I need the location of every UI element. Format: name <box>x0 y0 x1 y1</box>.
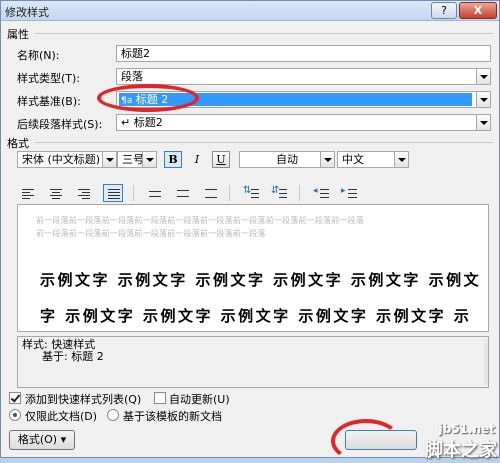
new-documents-template-radio[interactable] <box>107 409 119 421</box>
auto-update-checkbox[interactable] <box>154 392 166 404</box>
italic-button[interactable]: I <box>188 151 206 168</box>
new-documents-template-label: 基于该模板的新文档 <box>123 410 222 423</box>
format-divider <box>35 142 493 143</box>
site-watermark: jb51.net 脚本之家 <box>403 421 500 461</box>
following-style-label: 后续段落样式(S): <box>17 118 103 131</box>
only-this-document-radio[interactable] <box>9 409 21 421</box>
font-color-select[interactable]: 自动 <box>239 151 335 168</box>
watermark-url: jb51.net <box>438 422 495 436</box>
sample-text: 字 示例文字 示例文字 示例文字 示例文字 示例文字 示 <box>40 307 472 325</box>
align-left-button[interactable] <box>17 184 37 202</box>
align-right-button[interactable] <box>73 184 93 202</box>
following-style-select[interactable]: ↵ 标题2 <box>116 114 491 131</box>
name-input-value: 标题2 <box>121 47 150 60</box>
font-size-select[interactable]: 三号 <box>117 151 157 168</box>
bold-button[interactable]: B <box>164 151 182 168</box>
format-section-title: 格式 <box>7 137 29 150</box>
chevron-down-icon[interactable] <box>102 152 116 167</box>
one-half-spacing-button[interactable] <box>172 184 192 202</box>
chevron-down-icon[interactable] <box>394 152 408 167</box>
style-type-value: 段落 <box>121 70 143 83</box>
font-color-value: 自动 <box>276 153 298 166</box>
font-value: 宋体 (中文标题) <box>22 153 101 166</box>
chevron-down-icon[interactable] <box>320 152 334 167</box>
style-type-select[interactable]: 段落 <box>116 68 491 85</box>
style-description: 样式: 快速样式 基于: 标题 2 <box>17 336 489 388</box>
chevron-down-icon[interactable] <box>476 69 490 84</box>
watermark-site-name: 脚本之家 <box>425 440 497 461</box>
underline-button[interactable]: U <box>212 151 230 168</box>
based-on-selected: ¶a 标题 2 <box>119 93 472 106</box>
add-quick-style-checkbox[interactable] <box>9 392 21 404</box>
chevron-down-icon[interactable] <box>476 92 490 107</box>
only-this-document-label: 仅限此文档(D) <box>25 410 98 423</box>
previous-paragraph-text: 前一段落前一段落前一段落前一段落前一段落前一段落前一段落 <box>36 229 266 238</box>
help-button[interactable]: ? <box>431 2 457 19</box>
description-scrollbar[interactable] <box>484 339 488 385</box>
based-on-select[interactable]: ¶a 标题 2 <box>116 91 491 108</box>
style-type-label: 样式类型(T): <box>17 72 81 85</box>
return-arrow-icon: ↵ <box>121 116 131 129</box>
format-menu-button[interactable]: 格式(O) ▾ <box>9 430 75 450</box>
name-label: 名称(N): <box>17 49 60 62</box>
chevron-down-icon[interactable] <box>142 152 156 167</box>
previous-paragraph-text: 前一段落前一段落前一段落前一段落前一段落前一段落前一段落前一段落前一段落前一段落 <box>36 216 364 225</box>
decrease-indent-icon[interactable]: ◂ <box>311 184 331 202</box>
name-input[interactable]: 标题2 <box>116 45 491 62</box>
following-style-value: 标题2 <box>133 116 163 129</box>
language-value: 中文 <box>342 153 364 166</box>
font-select[interactable]: 宋体 (中文标题) <box>17 151 117 168</box>
title-bar: 修改样式 ? X <box>1 1 499 21</box>
properties-divider <box>35 33 493 34</box>
double-spacing-button[interactable] <box>200 184 220 202</box>
language-select[interactable]: 中文 <box>337 151 409 168</box>
decrease-paragraph-spacing-icon[interactable]: ⇵ <box>269 184 289 202</box>
modify-style-dialog: 修改样式 ? X 属性 名称(N): 标题2 样式类型(T): 段落 样式基准(… <box>0 0 500 463</box>
based-on-value: 标题 2 <box>135 93 169 106</box>
based-on-label: 样式基准(B): <box>17 95 81 108</box>
chevron-down-icon[interactable] <box>476 115 490 130</box>
add-quick-style-label: 添加到快速样式列表(Q) <box>25 393 142 406</box>
close-button[interactable]: X <box>459 2 497 19</box>
paragraph-style-icon: ¶a <box>121 96 133 106</box>
increase-indent-icon[interactable]: ▸ <box>339 184 359 202</box>
sample-text: 示例文字 示例文字 示例文字 示例文字 示例文字 示例文 <box>40 271 482 289</box>
style-preview: 前一段落前一段落前一段落前一段落前一段落前一段落前一段落前一段落前一段落前一段落… <box>17 204 489 332</box>
align-center-button[interactable] <box>45 184 65 202</box>
increase-paragraph-spacing-icon[interactable]: ⇅ <box>241 184 261 202</box>
justify-button[interactable] <box>103 184 123 202</box>
auto-update-label: 自动更新(U) <box>169 393 230 406</box>
description-line: 基于: 标题 2 <box>42 350 104 363</box>
single-spacing-button[interactable] <box>144 184 164 202</box>
dialog-title: 修改样式 <box>5 6 49 19</box>
properties-section-title: 属性 <box>7 28 29 41</box>
font-size-value: 三号 <box>122 153 144 166</box>
